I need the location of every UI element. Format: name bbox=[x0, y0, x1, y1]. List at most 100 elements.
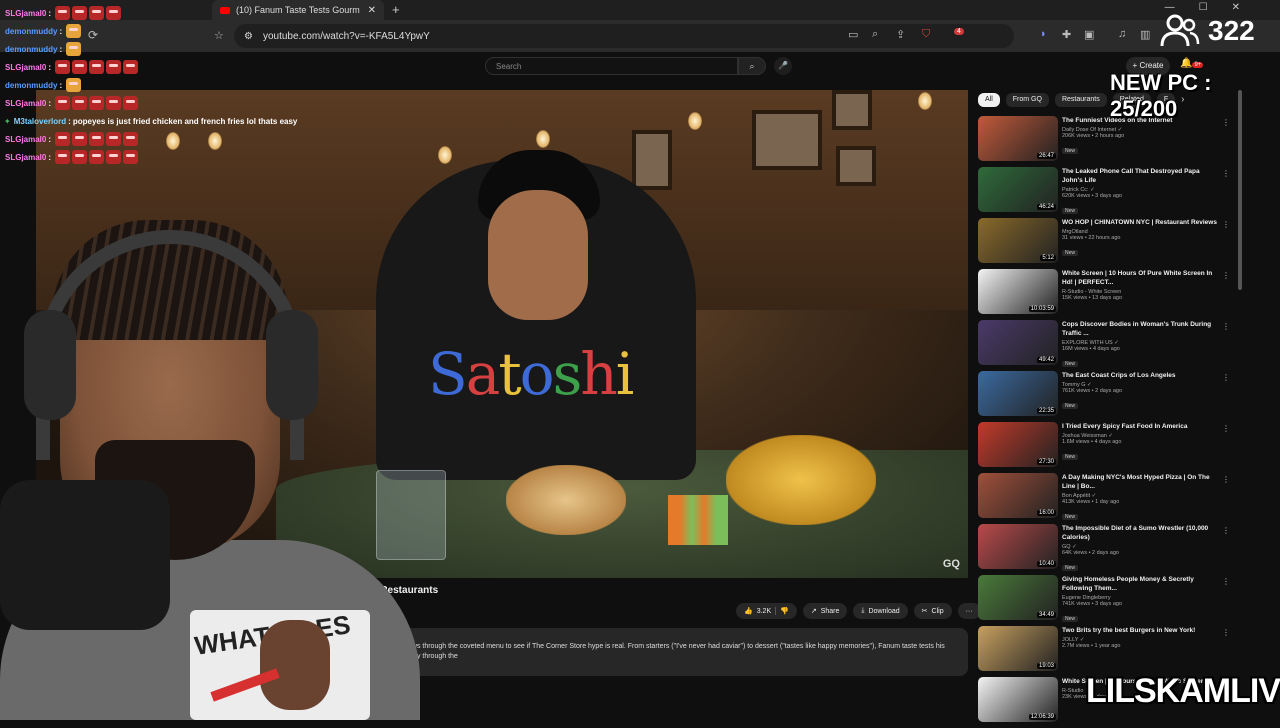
search-input[interactable]: Search bbox=[485, 57, 738, 75]
recommendation-item[interactable]: 27:30 I Tried Every Spicy Fast Food In Am… bbox=[978, 422, 1238, 473]
tab-close-icon[interactable]: ✕ bbox=[368, 5, 376, 16]
audio-icon[interactable]: ◗ bbox=[1040, 28, 1047, 40]
chat-username[interactable]: demonmuddy bbox=[5, 45, 57, 54]
chat-username[interactable]: SLGjamal0 bbox=[5, 153, 46, 162]
recommendation-title[interactable]: WO HOP | CHINATOWN NYC | Restaurant Revi… bbox=[1062, 218, 1222, 227]
recommendation-item[interactable]: 26:47 The Funniest Videos on the Internet… bbox=[978, 116, 1238, 167]
recommendation-item[interactable]: 19:03 Two Brits try the best Burgers in N… bbox=[978, 626, 1238, 677]
maximize-button[interactable]: ☐ bbox=[1199, 2, 1208, 13]
extensions-icon[interactable]: ✚ bbox=[1062, 28, 1071, 41]
more-options-icon[interactable]: ⋮ bbox=[1222, 628, 1230, 637]
search-button[interactable]: ⌕ bbox=[738, 57, 766, 75]
devil-emote-icon bbox=[106, 150, 122, 164]
video-thumbnail[interactable]: 10:40 bbox=[978, 524, 1058, 569]
chip-restaurants[interactable]: Restaurants bbox=[1054, 93, 1107, 107]
video-thumbnail[interactable]: 12:06:39 bbox=[978, 677, 1058, 722]
media-icon[interactable]: ♫ bbox=[1118, 28, 1126, 40]
devil-emote-icon bbox=[123, 150, 139, 164]
scissors-icon: ✂ bbox=[921, 608, 928, 615]
more-options-icon[interactable]: ⋮ bbox=[1222, 271, 1230, 280]
video-description[interactable]: ows through the coveted menu to see if T… bbox=[372, 628, 968, 676]
video-thumbnail[interactable]: 16:00 bbox=[978, 473, 1058, 518]
zoom-icon[interactable]: ⌕ bbox=[872, 28, 878, 41]
video-thumbnail[interactable]: 34:49 bbox=[978, 575, 1058, 620]
new-badge: New bbox=[1062, 454, 1079, 460]
devil-emote-icon bbox=[123, 132, 139, 146]
recommendation-title[interactable]: The Impossible Diet of a Sumo Wrestler (… bbox=[1062, 524, 1222, 542]
window-close-button[interactable]: ✕ bbox=[1232, 2, 1240, 13]
recommendation-item[interactable]: 16:00 A Day Making NYC's Most Hyped Pizza… bbox=[978, 473, 1238, 524]
video-scene-frame bbox=[632, 130, 672, 190]
share-icon: ↗ bbox=[810, 608, 817, 615]
recommendation-title[interactable]: The Leaked Phone Call That Destroyed Pap… bbox=[1062, 167, 1222, 185]
chat-username[interactable]: SLGjamal0 bbox=[5, 99, 46, 108]
screenshot-icon[interactable]: ▣ bbox=[1084, 28, 1094, 41]
recommendation-item[interactable]: 10:03:59 White Screen | 10 Hours Of Pure … bbox=[978, 269, 1238, 320]
chat-username[interactable]: demonmuddy bbox=[5, 27, 57, 36]
recommendation-title[interactable]: I Tried Every Spicy Fast Food In America bbox=[1062, 422, 1222, 431]
chat-message: ✦ M3taloverlord: popeyes is just fried chi… bbox=[0, 112, 300, 130]
more-options-icon[interactable]: ⋮ bbox=[1222, 424, 1230, 433]
more-options-icon[interactable]: ⋮ bbox=[1222, 475, 1230, 484]
share-page-icon[interactable]: ⇪ bbox=[896, 28, 905, 41]
chat-username[interactable]: SLGjamal0 bbox=[5, 63, 46, 72]
like-button[interactable]: 👍 3.2K 👎 bbox=[736, 603, 797, 619]
video-thumbnail[interactable]: 5:12 bbox=[978, 218, 1058, 263]
recommendation-title[interactable]: The East Coast Crips of Los Angeles bbox=[1062, 371, 1222, 380]
microphone-icon bbox=[0, 480, 170, 630]
chat-username[interactable]: SLGjamal0 bbox=[5, 135, 46, 144]
video-thumbnail[interactable]: 27:30 bbox=[978, 422, 1058, 467]
video-thumbnail[interactable]: 46:24 bbox=[978, 167, 1058, 212]
chip-from-gq[interactable]: From GQ bbox=[1005, 93, 1049, 107]
chat-message: SLGjamal0: bbox=[0, 148, 300, 166]
sidebar-icon[interactable]: ▥ bbox=[1140, 28, 1150, 41]
donation-goal: NEW PC : 25/200 bbox=[1110, 70, 1212, 121]
chat-username[interactable]: SLGjamal0 bbox=[5, 9, 46, 18]
chat-message: demonmuddy: bbox=[0, 40, 300, 58]
adblock-icon[interactable]: ⛉ bbox=[922, 28, 930, 41]
recommendation-title[interactable]: Giving Homeless People Money & Secretly … bbox=[1062, 575, 1222, 593]
video-thumbnail[interactable]: 49:42 bbox=[978, 320, 1058, 365]
recommendation-item[interactable]: 10:40 The Impossible Diet of a Sumo Wrest… bbox=[978, 524, 1238, 575]
recommendation-item[interactable]: 49:42 Cops Discover Bodies in Woman's Tru… bbox=[978, 320, 1238, 371]
more-options-icon[interactable]: ⋮ bbox=[1222, 526, 1230, 535]
recommendation-meta: 1.6M views • 4 days ago bbox=[1062, 439, 1122, 445]
voice-search-button[interactable]: 🎤 bbox=[774, 57, 792, 75]
share-button[interactable]: ↗ Share bbox=[802, 603, 848, 619]
video-thumbnail[interactable]: 22:35 bbox=[978, 371, 1058, 416]
new-tab-button[interactable]: + bbox=[392, 2, 400, 17]
video-thumbnail[interactable]: 19:03 bbox=[978, 626, 1058, 671]
recommendation-meta: 2.7M views • 1 year ago bbox=[1062, 643, 1121, 649]
video-thumbnail[interactable]: 26:47 bbox=[978, 116, 1058, 161]
recommendation-title[interactable]: Two Brits try the best Burgers in New Yo… bbox=[1062, 626, 1222, 635]
recommendation-title[interactable]: Cops Discover Bodies in Woman's Trunk Du… bbox=[1062, 320, 1222, 338]
recommendation-item[interactable]: 46:24 The Leaked Phone Call That Destroye… bbox=[978, 167, 1238, 218]
clip-button[interactable]: ✂ Clip bbox=[913, 603, 952, 619]
recommendation-item[interactable]: 22:35 The East Coast Crips of Los Angeles… bbox=[978, 371, 1238, 422]
devil-emote-icon bbox=[72, 6, 88, 20]
viewers-icon bbox=[1160, 14, 1200, 47]
more-options-icon[interactable]: ⋮ bbox=[1222, 577, 1230, 586]
more-options-icon[interactable]: ⋮ bbox=[1222, 169, 1230, 178]
bell-icon: 🔔 bbox=[1180, 58, 1193, 69]
recommendation-item[interactable]: 5:12 WO HOP | CHINATOWN NYC | Restaurant … bbox=[978, 218, 1238, 269]
more-options-icon[interactable]: ⋮ bbox=[1222, 322, 1230, 331]
chat-separator: : bbox=[59, 26, 63, 36]
chip-all[interactable]: All bbox=[978, 93, 1000, 107]
chat-username[interactable]: demonmuddy bbox=[5, 81, 57, 90]
new-badge: New bbox=[1062, 250, 1079, 256]
chat-username[interactable]: M3taloverlord bbox=[14, 117, 66, 126]
more-options-icon[interactable]: ⋮ bbox=[1222, 220, 1230, 229]
minimize-button[interactable]: — bbox=[1165, 2, 1175, 13]
download-button[interactable]: ⤓ Download bbox=[853, 603, 908, 619]
cast-icon[interactable]: ▭ bbox=[848, 28, 858, 41]
recommendation-title[interactable]: A Day Making NYC's Most Hyped Pizza | On… bbox=[1062, 473, 1222, 491]
notifications-button[interactable]: 🔔 9+ bbox=[1180, 58, 1204, 69]
recommendation-meta: 64K views • 2 days ago bbox=[1062, 550, 1119, 556]
recommendation-title[interactable]: White Screen | 10 Hours Of Pure White Sc… bbox=[1062, 269, 1222, 287]
chat-message: SLGjamal0: bbox=[0, 94, 300, 112]
recommendation-item[interactable]: 34:49 Giving Homeless People Money & Secr… bbox=[978, 575, 1238, 626]
video-thumbnail[interactable]: 10:03:59 bbox=[978, 269, 1058, 314]
thumbs-down-icon[interactable]: 👎 bbox=[775, 607, 789, 615]
more-options-icon[interactable]: ⋮ bbox=[1222, 373, 1230, 382]
